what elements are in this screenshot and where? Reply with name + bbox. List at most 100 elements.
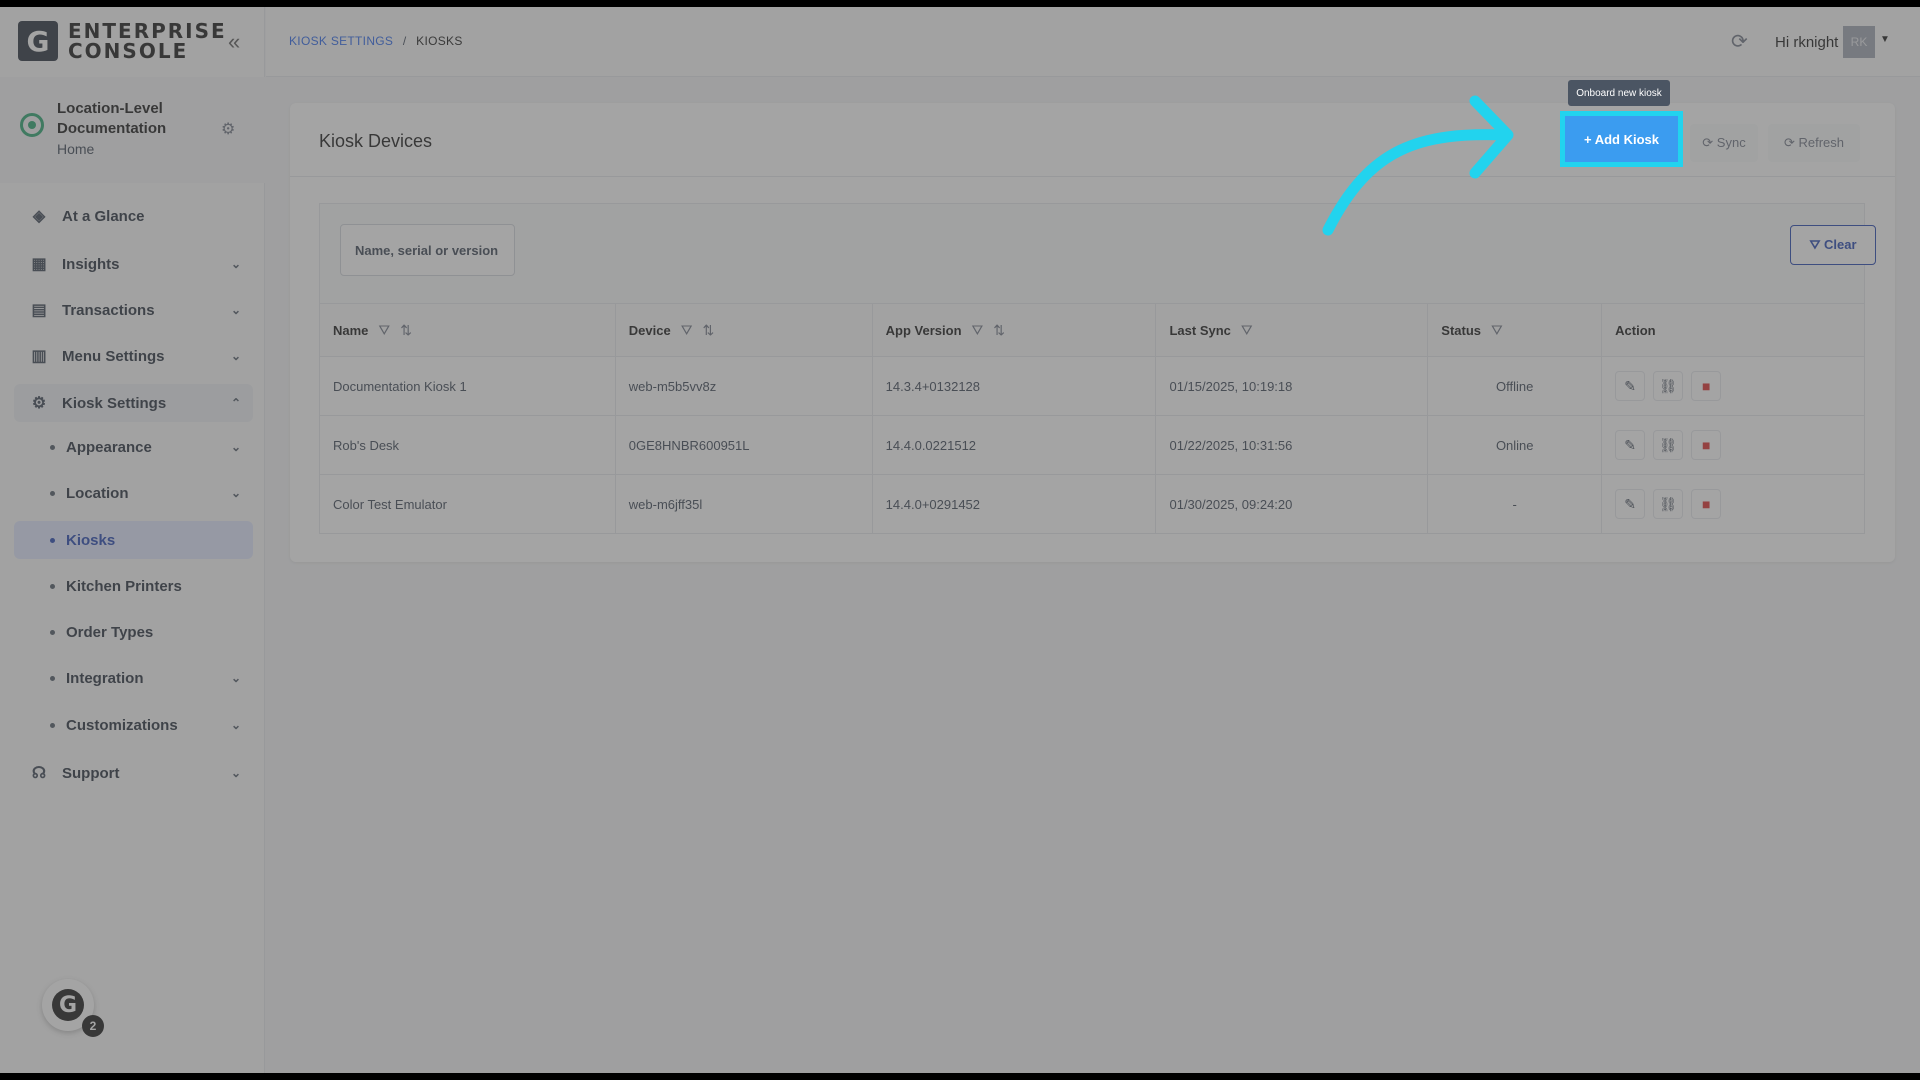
table-row: Documentation Kiosk 1 web-m5b5vv8z 14.3.… xyxy=(319,356,1865,416)
filter-icon[interactable]: ⛛ xyxy=(681,322,693,338)
cell-status: Online xyxy=(1427,415,1603,475)
logo: G xyxy=(18,21,58,61)
sort-icon[interactable]: ⇅ xyxy=(702,322,714,338)
kiosk-table: Name ⛛ ⇅ Device ⛛ ⇅ App Version ⛛ ⇅ Last Sync ⛛… xyxy=(319,303,1865,534)
sidebar-subitem-integration[interactable]: Integration ⌄ xyxy=(14,659,253,697)
refresh-button[interactable]: ⟳ Refresh xyxy=(1768,124,1860,162)
sidebar-item-at-a-glance[interactable]: ◈ At a Glance xyxy=(14,197,253,235)
sidebar-subitem-label: Integration xyxy=(66,669,144,687)
sidebar-item-support[interactable]: ☊ Support ⌄ xyxy=(14,754,253,792)
avatar[interactable]: RK xyxy=(1843,26,1875,58)
sidebar-subitem-order-types[interactable]: Order Types xyxy=(14,613,253,651)
gear-icon: ⚙ xyxy=(31,395,47,412)
bullet xyxy=(50,490,55,496)
header-label: Name xyxy=(333,322,369,338)
cell-last-sync: 01/22/2025, 10:31:56 xyxy=(1155,415,1429,475)
location-name: Location-Level Documentation xyxy=(57,100,167,137)
sidebar-subitem-kiosks[interactable]: Kiosks xyxy=(14,521,253,559)
col-status[interactable]: Status ⛛ xyxy=(1427,303,1603,357)
bullet xyxy=(50,583,55,589)
double-chevron-left-icon[interactable]: « xyxy=(228,29,240,55)
location-card[interactable]: Location-Level Documentation Home ⚙ xyxy=(0,77,265,183)
sync-button[interactable]: ⟳ Sync xyxy=(1690,124,1758,162)
unlink-icon[interactable]: ⛓ xyxy=(1653,430,1684,461)
bullet xyxy=(50,722,55,728)
brand: G ENTERPRISE CONSOLE « xyxy=(0,7,265,77)
filter-icon[interactable]: ⛛ xyxy=(378,322,390,338)
sidebar-item-label: Transactions xyxy=(62,301,155,319)
cell-device: web-m5b5vv8z xyxy=(614,356,873,416)
tooltip: Onboard new kiosk xyxy=(1568,80,1670,106)
sidebar-item-insights[interactable]: ▦ Insights ⌄ xyxy=(14,245,253,283)
sidebar-subitem-appearance[interactable]: Appearance ⌄ xyxy=(14,428,253,466)
breadcrumb-link[interactable]: KIOSK SETTINGS xyxy=(289,34,393,48)
table-row: Color Test Emulator web-m6jff35l 14.4.0+… xyxy=(319,474,1865,534)
filter-icon[interactable]: ⛛ xyxy=(972,322,984,338)
delete-icon[interactable]: ■ xyxy=(1691,488,1722,519)
headset-icon: ☊ xyxy=(31,765,47,782)
edit-icon[interactable]: ✎ xyxy=(1615,430,1646,461)
edit-icon[interactable]: ✎ xyxy=(1615,489,1646,520)
kiosk-devices-card: Kiosk Devices ⟳ Sync ⟳ Refresh ⛛ Clear N… xyxy=(290,103,1895,562)
sync-icon[interactable]: ⟳ xyxy=(1731,29,1748,54)
caret-down-icon[interactable]: ▼ xyxy=(1880,34,1890,45)
col-app-version[interactable]: App Version ⛛ ⇅ xyxy=(871,303,1157,357)
cell-status: Offline xyxy=(1427,356,1603,416)
sidebar-item-transactions[interactable]: ▤ Transactions ⌄ xyxy=(14,291,253,329)
table-row: Rob's Desk 0GE8HNBR600951L 14.4.0.022151… xyxy=(319,415,1865,475)
sidebar-subitem-label: Customizations xyxy=(66,716,178,734)
bullet xyxy=(50,537,55,543)
filter-icon[interactable]: ⛛ xyxy=(1241,322,1253,338)
add-kiosk-button[interactable]: + Add Kiosk xyxy=(1560,111,1683,167)
cell-status: - xyxy=(1427,474,1603,534)
sidebar-item-label: Kiosk Settings xyxy=(62,394,167,412)
bullet xyxy=(50,675,55,681)
delete-icon[interactable]: ■ xyxy=(1691,370,1722,401)
page-title: Kiosk Devices xyxy=(319,131,433,151)
cell-version: 14.3.4+0132128 xyxy=(871,356,1157,416)
chevron-down-icon: ⌄ xyxy=(230,671,241,685)
filter-icon[interactable]: ⛛ xyxy=(1491,322,1503,338)
col-device[interactable]: Device ⛛ ⇅ xyxy=(614,303,873,357)
help-button[interactable]: G 2 xyxy=(42,979,104,1037)
sidebar-subitem-location[interactable]: Location ⌄ xyxy=(14,474,253,512)
header-label: Status xyxy=(1441,322,1482,338)
cell-name: Documentation Kiosk 1 xyxy=(319,356,616,416)
divider xyxy=(290,176,1895,177)
col-last-sync[interactable]: Last Sync ⛛ xyxy=(1155,303,1429,357)
menu-icon: ▥ xyxy=(31,348,47,365)
edit-icon[interactable]: ✎ xyxy=(1615,371,1646,402)
sidebar-item-label: Menu Settings xyxy=(62,347,165,365)
sort-icon[interactable]: ⇅ xyxy=(400,322,412,338)
sidebar-subitem-kitchen-printers[interactable]: Kitchen Printers xyxy=(14,567,253,605)
sidebar-item-menu-settings[interactable]: ▥ Menu Settings ⌄ xyxy=(14,337,253,375)
bullet xyxy=(50,629,55,635)
col-name[interactable]: Name ⛛ ⇅ xyxy=(319,303,616,357)
header-label: Action xyxy=(1615,322,1656,338)
header-label: Device xyxy=(628,322,671,338)
header-label: Last Sync xyxy=(1169,322,1231,338)
sidebar-subitem-label: Kiosks xyxy=(66,531,116,549)
cell-name: Rob's Desk xyxy=(319,415,616,475)
logo-line-1: ENTERPRISE xyxy=(68,19,227,43)
table-header-row: Name ⛛ ⇅ Device ⛛ ⇅ App Version ⛛ ⇅ Last Sync ⛛… xyxy=(319,303,1865,357)
layers-icon: ◈ xyxy=(32,208,46,225)
sort-icon[interactable]: ⇅ xyxy=(993,322,1005,338)
cell-actions: ✎ ⛓ ■ xyxy=(1601,356,1865,416)
unlink-icon[interactable]: ⛓ xyxy=(1653,371,1684,402)
chevron-down-icon: ⌄ xyxy=(230,440,241,454)
search-input[interactable] xyxy=(340,224,515,276)
sidebar-item-kiosk-settings[interactable]: ⚙ Kiosk Settings ⌃ xyxy=(14,384,253,422)
cell-actions: ✎ ⛓ ■ xyxy=(1601,474,1865,534)
sidebar-subitem-label: Order Types xyxy=(66,623,154,641)
cell-version: 14.4.0+0291452 xyxy=(871,474,1157,534)
receipt-icon: ▤ xyxy=(31,302,47,319)
unlink-icon[interactable]: ⛓ xyxy=(1653,489,1684,520)
user-greeting[interactable]: Hi rknight xyxy=(1775,34,1838,51)
help-logo-icon: G xyxy=(52,989,84,1021)
gear-icon[interactable]: ⚙ xyxy=(221,119,235,139)
sidebar-subitem-customizations[interactable]: Customizations ⌄ xyxy=(14,706,253,744)
chevron-down-icon: ⌄ xyxy=(230,349,241,363)
delete-icon[interactable]: ■ xyxy=(1691,429,1722,460)
clear-filters-button[interactable]: ⛛ Clear xyxy=(1790,225,1876,265)
